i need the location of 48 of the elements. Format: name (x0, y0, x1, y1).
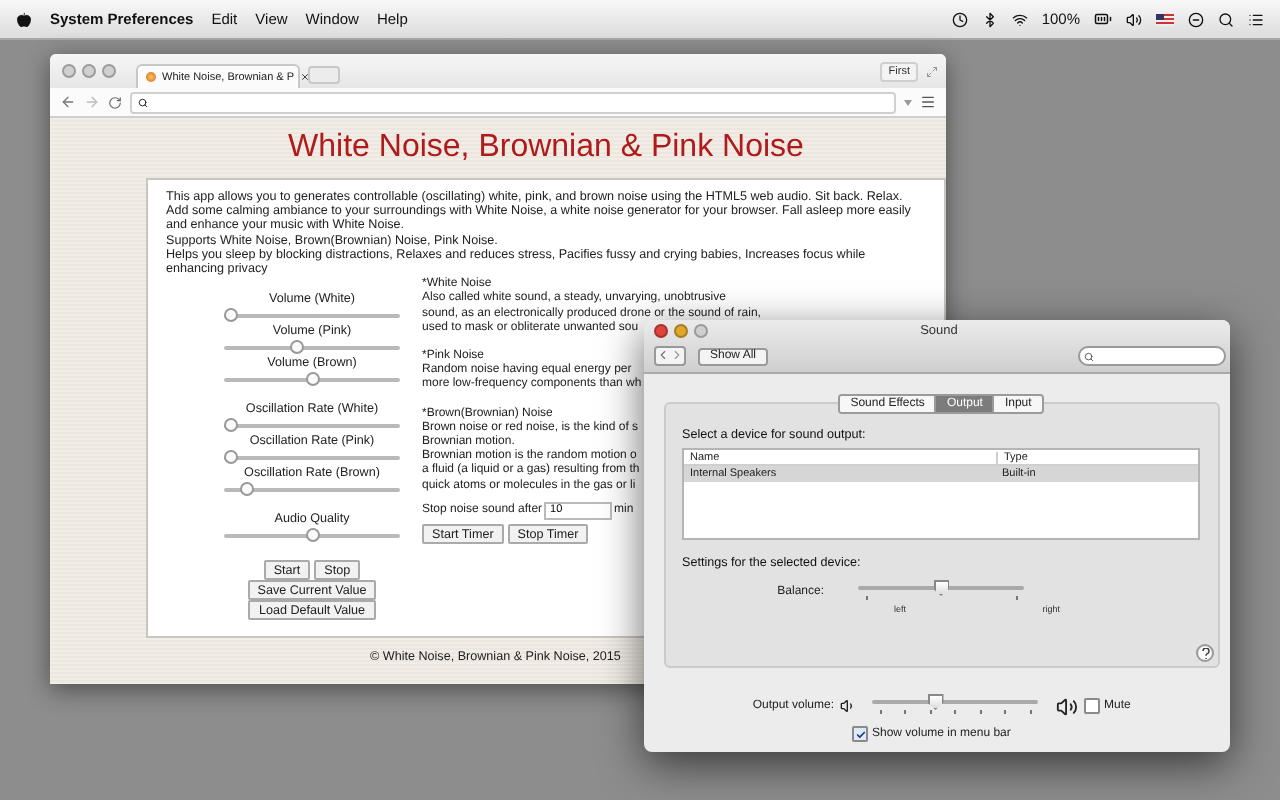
battery-icon[interactable] (1094, 10, 1112, 28)
favicon-icon (146, 72, 156, 82)
slider-thumb[interactable] (305, 372, 319, 387)
slider-thumb[interactable] (224, 308, 238, 323)
slider-thumb[interactable] (305, 528, 319, 543)
loud-speaker-icon (1056, 695, 1078, 717)
reload-icon[interactable] (108, 95, 122, 109)
slider[interactable] (224, 308, 400, 325)
close-button[interactable] (654, 324, 668, 338)
slider[interactable] (224, 340, 400, 357)
speaker-icon[interactable] (1126, 11, 1142, 27)
slider[interactable] (872, 694, 1038, 718)
question-mark-icon (1201, 647, 1209, 659)
wifi-icon[interactable] (1011, 11, 1028, 27)
slider[interactable] (224, 450, 400, 467)
circle-icon[interactable] (1188, 11, 1204, 27)
slider[interactable] (224, 528, 400, 545)
slider-thumb[interactable] (933, 580, 949, 596)
checkbox[interactable] (852, 726, 868, 742)
page-title: White Noise, Brownian & Pink Noise (286, 130, 806, 166)
list-icon[interactable] (1248, 11, 1264, 27)
flag-icon (1156, 13, 1174, 25)
help-button[interactable] (1196, 644, 1214, 662)
zoom-button[interactable] (694, 324, 708, 338)
checkbox[interactable] (1084, 698, 1100, 714)
address-field[interactable] (130, 91, 896, 113)
slider[interactable] (224, 482, 400, 499)
search-field[interactable] (1078, 346, 1226, 366)
apple-icon[interactable] (16, 11, 32, 27)
caret-icon[interactable] (904, 99, 912, 105)
slider[interactable] (224, 418, 400, 435)
navigation-buttons[interactable] (654, 346, 686, 366)
slider[interactable] (224, 372, 400, 389)
slider-thumb[interactable] (224, 450, 238, 465)
search-icon[interactable] (1218, 11, 1234, 27)
minimize-button[interactable] (674, 324, 688, 338)
back-icon[interactable] (60, 94, 76, 110)
search-icon (1084, 351, 1094, 361)
slider-thumb[interactable] (240, 482, 255, 497)
clock-icon[interactable] (951, 11, 968, 27)
speaker-icon (840, 698, 856, 714)
slider-thumb[interactable] (290, 340, 305, 355)
menu-icon[interactable] (920, 94, 936, 110)
slider-thumb[interactable] (927, 694, 944, 710)
search-icon (138, 97, 148, 107)
bluetooth-icon[interactable] (981, 11, 998, 27)
slider-thumb[interactable] (224, 418, 238, 433)
forward-icon[interactable] (84, 94, 100, 110)
